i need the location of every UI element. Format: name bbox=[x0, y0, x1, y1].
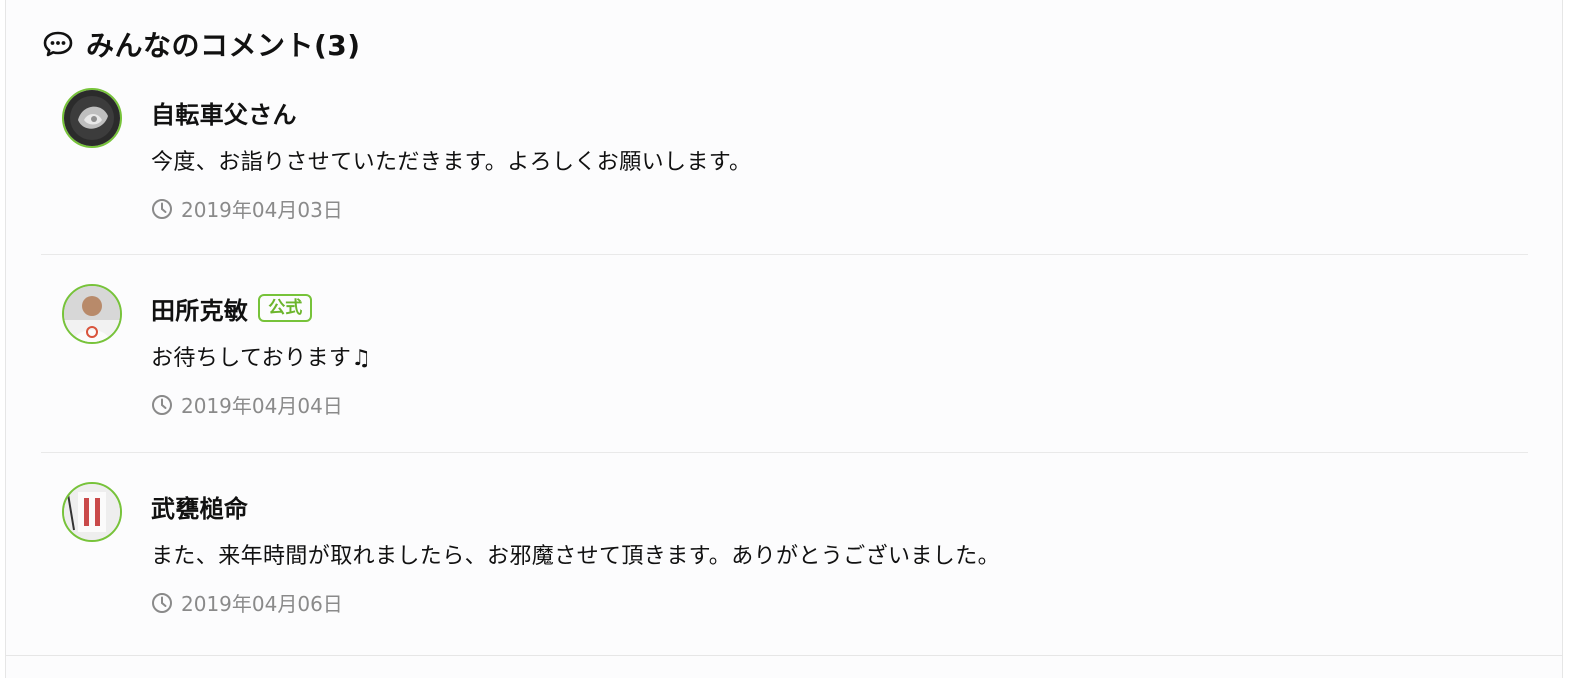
clock-icon bbox=[151, 198, 173, 220]
official-badge: 公式 bbox=[258, 294, 313, 322]
comment-item: 田所克敏 公式 お待ちしております♫ 2019年04月04日 bbox=[41, 256, 1528, 453]
clock-icon bbox=[151, 394, 173, 416]
comment-item: 自転車父さん 今度、お詣りさせていただきます。よろしくお願いします。 2019年… bbox=[41, 58, 1528, 255]
comment-author[interactable]: 田所克敏 bbox=[151, 291, 248, 326]
clock-icon bbox=[151, 592, 173, 614]
comments-panel: みんなのコメント(3) 自転車父さん 今度、お詣りさせていただきます。よろしくお… bbox=[5, 0, 1563, 678]
comment-date: 2019年04月03日 bbox=[151, 194, 343, 223]
comment-header: 自転車父さん bbox=[151, 95, 297, 130]
comment-text: また、来年時間が取れましたら、お邪魔させて頂きます。ありがとうございました。 bbox=[151, 544, 1001, 569]
avatar[interactable] bbox=[62, 88, 122, 148]
comment-author[interactable]: 自転車父さん bbox=[151, 95, 297, 130]
comment-header: 武甕槌命 bbox=[151, 489, 248, 524]
date-text: 2019年04月06日 bbox=[181, 592, 343, 616]
comment-item: 武甕槌命 また、来年時間が取れましたら、お邪魔させて頂きます。ありがとうございま… bbox=[41, 454, 1528, 651]
comment-date: 2019年04月04日 bbox=[151, 390, 343, 419]
comment-author[interactable]: 武甕槌命 bbox=[151, 489, 248, 524]
comment-text: お待ちしております♫ bbox=[151, 346, 372, 371]
date-text: 2019年04月04日 bbox=[181, 394, 343, 418]
avatar[interactable] bbox=[62, 284, 122, 344]
comment-bubble-icon bbox=[42, 29, 74, 59]
avatar[interactable] bbox=[62, 482, 122, 542]
comment-text: 今度、お詣りさせていただきます。よろしくお願いします。 bbox=[151, 150, 752, 175]
comment-date: 2019年04月06日 bbox=[151, 588, 343, 617]
comment-header: 田所克敏 公式 bbox=[151, 291, 313, 326]
date-text: 2019年04月03日 bbox=[181, 198, 343, 222]
panel-divider bbox=[6, 655, 1562, 656]
